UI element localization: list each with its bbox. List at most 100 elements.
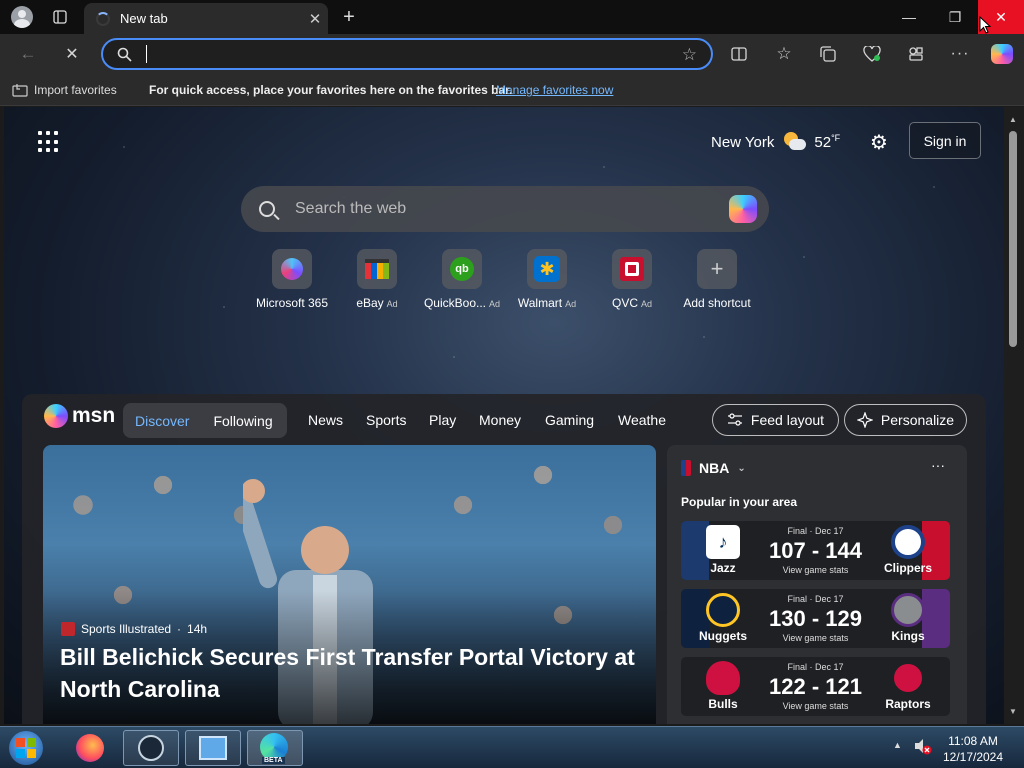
feed-layout-button[interactable]: Feed layout [712,404,839,436]
mouse-cursor-icon [979,16,991,34]
nav-gaming[interactable]: Gaming [545,412,594,428]
team-name: Jazz [710,561,736,575]
game-status: Final · Dec 17 [787,526,844,536]
favorites-icon[interactable]: ☆ [772,42,796,66]
nav-news[interactable]: News [308,412,343,428]
hero-article-card[interactable]: Sports Illustrated · 14h Bill Belichick … [43,445,656,724]
title-bar: New tab ✕ + — ❐ ✕ [0,0,1024,34]
address-bar[interactable]: ☆ [101,38,713,70]
import-icon [12,84,28,97]
shortcut-ebay[interactable]: eBay Ad [332,249,422,310]
team-name: Bulls [708,697,738,711]
weather-widget[interactable]: New York 52 °F [711,131,840,153]
shortcut-label: QuickBoo... [423,296,486,310]
scroll-up-icon[interactable]: ▲ [1009,115,1017,124]
scroll-down-icon[interactable]: ▼ [1009,707,1017,716]
system-clock[interactable]: 11:08 AM 12/17/2024 [941,733,1005,765]
copilot-icon[interactable] [990,42,1014,66]
restore-button[interactable]: ❐ [932,0,978,34]
favorite-star-icon[interactable]: ☆ [682,45,697,65]
import-favorites-link[interactable]: Import favorites [34,83,117,97]
new-tab-button[interactable]: + [338,0,360,34]
team-name: Clippers [883,561,932,575]
minimize-button[interactable]: — [886,0,932,34]
split-screen-icon[interactable] [727,42,751,66]
settings-gear-icon[interactable]: ⚙ [870,130,888,155]
clock-date: 12/17/2024 [942,750,1004,764]
tab-discover[interactable]: Discover [135,413,189,429]
shortcut-add[interactable]: + Add shortcut [672,249,762,310]
nba-header[interactable]: NBA ⌄ [681,460,746,476]
show-hidden-icons[interactable]: ▲ [893,740,902,750]
partly-cloudy-icon [782,132,807,152]
nba-scores-card: NBA ⌄ ··· Popular in your area ♪ Final ·… [667,445,967,724]
taskbar-steam[interactable] [123,730,179,766]
shortcut-walmart[interactable]: ✱ Walmart Ad [502,249,592,310]
favorites-hint: For quick access, place your favorites h… [149,83,513,97]
microsoft-365-icon [272,249,312,289]
copilot-icon[interactable] [729,195,757,223]
more-options-button[interactable]: ··· [931,457,945,473]
nba-logo-icon [681,460,691,476]
scrollbar-thumb[interactable] [1009,131,1017,347]
taskbar-control-panel[interactable] [185,730,241,766]
tab-following[interactable]: Following [213,413,272,429]
weather-temp: 52 [814,133,832,151]
address-input[interactable] [143,44,663,64]
more-options-icon[interactable]: ··· [948,42,972,66]
personalize-button[interactable]: Personalize [844,404,967,436]
quickbooks-icon: qb [442,249,482,289]
favorites-bar: Import favorites For quick access, place… [0,74,1024,106]
shortcut-label: QVC [611,296,638,310]
ad-badge: Ad [565,299,577,309]
shortcut-qvc[interactable]: QVC Ad [587,249,677,310]
game-card-jazz-clippers[interactable]: ♪ Final · Dec 17 107 - 144 View game sta… [681,521,950,580]
ad-badge: Ad [641,299,653,309]
msn-logo[interactable]: msn [44,404,115,428]
game-card-nuggets-kings[interactable]: Final · Dec 17 130 - 129 View game stats… [681,589,950,648]
volume-muted-icon[interactable] [913,736,933,756]
team-name: Nuggets [699,629,747,643]
msn-feed: msn Discover Following News Sports Play … [22,394,986,724]
shortcut-quickbooks[interactable]: qb QuickBoo... Ad [417,249,507,310]
shortcut-label: Add shortcut [683,296,751,310]
qvc-icon [612,249,652,289]
taskbar-firefox[interactable] [62,730,118,766]
hero-headline[interactable]: Bill Belichick Secures First Transfer Po… [60,641,640,705]
app-launcher-icon[interactable] [38,131,60,153]
tab-new-tab[interactable]: New tab ✕ [84,3,328,34]
nav-play[interactable]: Play [429,412,456,428]
manage-favorites-link[interactable]: Manage favorites now [496,83,613,97]
profile-avatar[interactable] [10,0,34,34]
tab-title: New tab [120,11,168,26]
start-button[interactable] [4,730,48,766]
vertical-tabs-icon[interactable] [48,0,72,34]
game-status: Final · Dec 17 [787,662,844,672]
back-arrow-icon[interactable]: ← [16,42,40,66]
shortcut-microsoft-365[interactable]: Microsoft 365 [247,249,337,310]
collections-icon[interactable] [816,42,840,66]
sign-in-button[interactable]: Sign in [909,122,981,159]
web-search-box[interactable]: Search the web [241,186,769,232]
game-card-bulls-raptors[interactable]: Final · Dec 17 122 - 121 View game stats… [681,657,950,716]
article-age: 14h [187,622,208,636]
new-tab-page: New York 52 °F ⚙ Sign in Search the web … [4,107,1004,724]
search-placeholder: Search the web [295,200,407,217]
edge-beta-icon: BETA [260,733,290,764]
ad-badge: Ad [489,299,501,309]
browser-essentials-icon[interactable] [860,42,884,66]
control-panel-icon [199,736,227,760]
nav-money[interactable]: Money [479,412,521,428]
walmart-icon: ✱ [527,249,567,289]
nav-weather[interactable]: Weathe [618,412,666,428]
page-scrollbar[interactable]: ▲ ▼ [1004,107,1024,724]
tab-close-button[interactable]: ✕ [302,10,328,28]
shortcut-label: eBay [356,296,384,310]
taskbar-edge-beta[interactable]: BETA [247,730,303,766]
personalize-label: Personalize [880,412,955,428]
beta-label: BETA [262,757,285,764]
stop-loading-icon[interactable]: ✕ [60,42,84,66]
nav-sports[interactable]: Sports [366,412,406,428]
dot-separator: · [177,622,182,636]
extensions-icon[interactable] [904,42,928,66]
